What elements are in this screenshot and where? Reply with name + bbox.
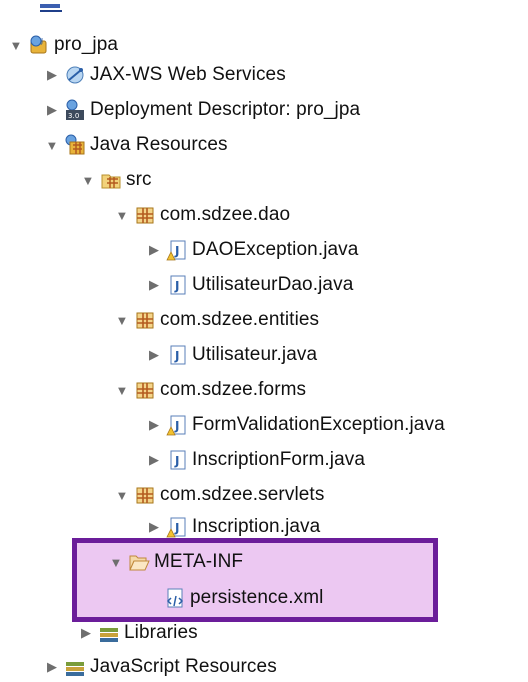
package-icon bbox=[136, 382, 154, 399]
tree-label: com.sdzee.entities bbox=[160, 309, 320, 330]
collapse-arrow-icon[interactable]: ▶ bbox=[146, 270, 162, 300]
tree-item-file-formvalidationexception[interactable]: ▶ J FormValidationException.java bbox=[146, 410, 445, 440]
java-file-warning-icon: J bbox=[166, 415, 186, 436]
tree-item-package-servlets[interactable]: ▼ com.sdzee.servlets bbox=[114, 480, 325, 510]
tree-item-src[interactable]: ▼ src bbox=[80, 165, 152, 195]
svg-text:3.0: 3.0 bbox=[68, 112, 79, 120]
tree-label: com.sdzee.dao bbox=[160, 204, 291, 225]
expand-arrow-icon[interactable]: ▼ bbox=[114, 480, 130, 510]
package-icon bbox=[136, 312, 154, 329]
tree-label: Java Resources bbox=[90, 134, 228, 155]
tree-label: persistence.xml bbox=[190, 587, 324, 608]
java-file-warning-icon: J bbox=[166, 517, 186, 538]
tree-item-package-entities[interactable]: ▼ com.sdzee.entities bbox=[114, 305, 320, 335]
tree-label: UtilisateurDao.java bbox=[192, 274, 354, 295]
project-explorer-tree: ▼ J pro_jpa ▶ JAX-WS Web Services ▶ 3.0 … bbox=[0, 0, 528, 677]
collapse-arrow-icon[interactable]: ▶ bbox=[146, 410, 162, 440]
tree-item-file-inscriptionform[interactable]: ▶ J InscriptionForm.java bbox=[146, 445, 365, 475]
java-resources-icon bbox=[65, 134, 85, 155]
collapse-arrow-icon[interactable]: ▶ bbox=[146, 340, 162, 370]
tree-item-file-daoexception[interactable]: ▶ J DAOException.java bbox=[146, 235, 358, 265]
tree-label: pro_jpa bbox=[54, 34, 119, 55]
tree-item-package-forms[interactable]: ▼ com.sdzee.forms bbox=[114, 375, 307, 405]
open-folder-icon bbox=[129, 555, 150, 571]
tree-label: src bbox=[126, 169, 152, 190]
tree-item-file-utilisateur[interactable]: ▶ J Utilisateur.java bbox=[146, 340, 317, 370]
tree-label: Utilisateur.java bbox=[192, 344, 318, 365]
expand-arrow-icon[interactable]: ▼ bbox=[108, 547, 124, 577]
collapse-arrow-icon[interactable]: ▶ bbox=[146, 235, 162, 265]
tree-label: META-INF bbox=[154, 551, 244, 572]
libraries-icon bbox=[100, 628, 118, 642]
java-file-icon: J bbox=[170, 345, 186, 365]
collapse-arrow-icon[interactable]: ▶ bbox=[78, 618, 94, 648]
svg-text:J: J bbox=[174, 419, 180, 433]
tree-label: InscriptionForm.java bbox=[192, 449, 366, 470]
deployment-descriptor-icon: 3.0 bbox=[66, 99, 84, 120]
collapse-arrow-icon[interactable]: ▶ bbox=[44, 95, 60, 125]
tree-label: JavaScript Resources bbox=[90, 656, 277, 677]
tree-label: Deployment Descriptor: pro_jpa bbox=[90, 99, 361, 120]
svg-text:J: J bbox=[174, 279, 180, 293]
web-project-icon: J bbox=[30, 35, 47, 54]
tree-label: DAOException.java bbox=[192, 239, 359, 260]
javascript-resources-icon bbox=[66, 662, 84, 676]
tree-item-meta-inf[interactable]: ▼ META-INF bbox=[108, 547, 243, 577]
expand-arrow-icon[interactable]: ▼ bbox=[8, 30, 24, 60]
tree-item-libraries[interactable]: ▶ Libraries bbox=[78, 618, 198, 648]
expand-arrow-icon[interactable]: ▼ bbox=[114, 375, 130, 405]
expand-arrow-icon[interactable]: ▼ bbox=[114, 305, 130, 335]
java-file-warning-icon: J bbox=[166, 240, 186, 261]
tree-label: JAX-WS Web Services bbox=[90, 64, 286, 85]
tree-label: com.sdzee.servlets bbox=[160, 484, 325, 505]
svg-text:J: J bbox=[40, 37, 43, 45]
expand-arrow-icon[interactable]: ▼ bbox=[80, 165, 96, 195]
svg-text:J: J bbox=[174, 454, 180, 468]
expand-arrow-icon[interactable]: ▼ bbox=[114, 200, 130, 230]
package-icon bbox=[136, 487, 154, 504]
tree-item-java-resources[interactable]: ▼ Java Resources bbox=[44, 130, 228, 160]
package-icon bbox=[136, 207, 154, 224]
tree-item-package-dao[interactable]: ▼ com.sdzee.dao bbox=[114, 200, 291, 230]
tree-item-pro-jpa[interactable]: ▼ J pro_jpa bbox=[8, 30, 118, 60]
expand-arrow-icon[interactable]: ▼ bbox=[44, 130, 60, 160]
svg-text:J: J bbox=[174, 349, 180, 363]
tree-item-jax-ws[interactable]: ▶ JAX-WS Web Services bbox=[44, 60, 286, 90]
java-file-icon: J bbox=[170, 450, 186, 470]
tree-label: FormValidationException.java bbox=[192, 414, 445, 435]
partial-icon bbox=[40, 4, 62, 12]
tree-item-javascript-resources[interactable]: ▶ JavaScript Resources bbox=[44, 652, 277, 682]
source-folder-icon bbox=[101, 174, 121, 189]
svg-text:J: J bbox=[174, 521, 180, 535]
tree-item-deployment-descriptor[interactable]: ▶ 3.0 Deployment Descriptor: pro_jpa bbox=[44, 95, 360, 125]
tree-label: com.sdzee.forms bbox=[160, 379, 307, 400]
tree-item-file-utilisateurdao[interactable]: ▶ J UtilisateurDao.java bbox=[146, 270, 353, 300]
web-services-icon bbox=[66, 66, 84, 84]
tree-label: Libraries bbox=[124, 622, 198, 643]
java-file-icon: J bbox=[170, 275, 186, 295]
collapse-arrow-icon[interactable]: ▶ bbox=[44, 60, 60, 90]
xml-file-icon bbox=[166, 588, 184, 608]
svg-text:J: J bbox=[174, 244, 180, 258]
collapse-arrow-icon[interactable]: ▶ bbox=[146, 445, 162, 475]
collapse-arrow-icon[interactable]: ▶ bbox=[44, 652, 60, 682]
tree-item-file-persistence-xml[interactable]: persistence.xml bbox=[164, 583, 324, 613]
